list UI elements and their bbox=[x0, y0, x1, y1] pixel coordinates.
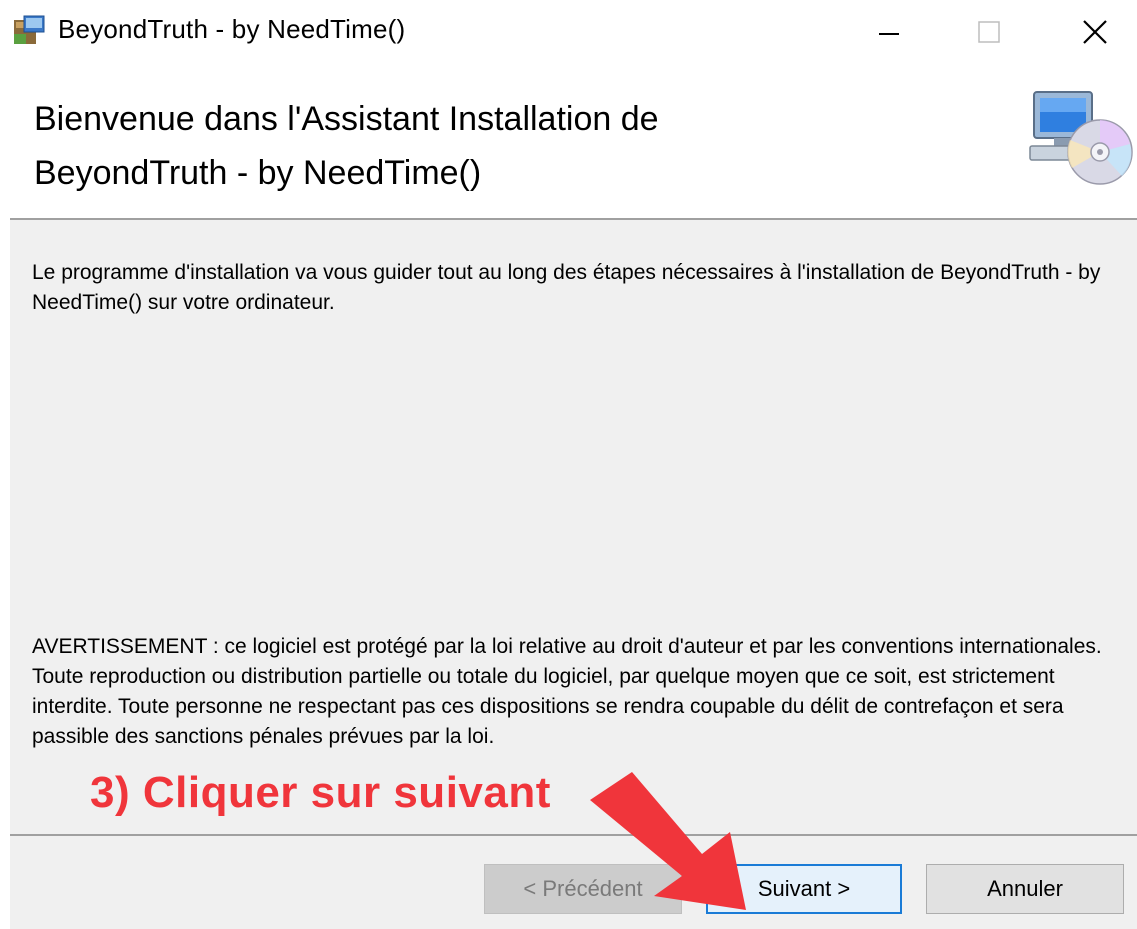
maximize-icon bbox=[978, 21, 1000, 43]
installer-app-icon bbox=[14, 15, 45, 44]
footer-divider bbox=[10, 834, 1137, 836]
cancel-button[interactable]: Annuler bbox=[926, 864, 1124, 914]
minimize-button[interactable] bbox=[834, 0, 944, 64]
wizard-heading: Bienvenue dans l'Assistant Installation … bbox=[34, 100, 659, 192]
computer-cd-icon bbox=[1029, 91, 1133, 185]
close-icon bbox=[1083, 20, 1107, 44]
minimize-icon bbox=[879, 33, 899, 35]
previous-button[interactable]: < Précédent bbox=[484, 864, 682, 914]
close-button[interactable] bbox=[1040, 0, 1137, 64]
copyright-warning-text: AVERTISSEMENT : ce logiciel est protégé … bbox=[32, 635, 1102, 748]
title-bar: BeyondTruth - by NeedTime() bbox=[0, 0, 1137, 64]
annotation-instruction: 3) Cliquer sur suivant bbox=[90, 768, 551, 817]
wizard-header: Bienvenue dans l'Assistant Installation … bbox=[0, 64, 1137, 218]
window-title: BeyondTruth - by NeedTime() bbox=[58, 14, 406, 44]
maximize-button[interactable] bbox=[934, 0, 1044, 64]
intro-text: Le programme d'installation va vous guid… bbox=[32, 261, 1101, 314]
next-button[interactable]: Suivant > bbox=[706, 864, 902, 914]
wizard-body: Le programme d'installation va vous guid… bbox=[10, 220, 1137, 929]
